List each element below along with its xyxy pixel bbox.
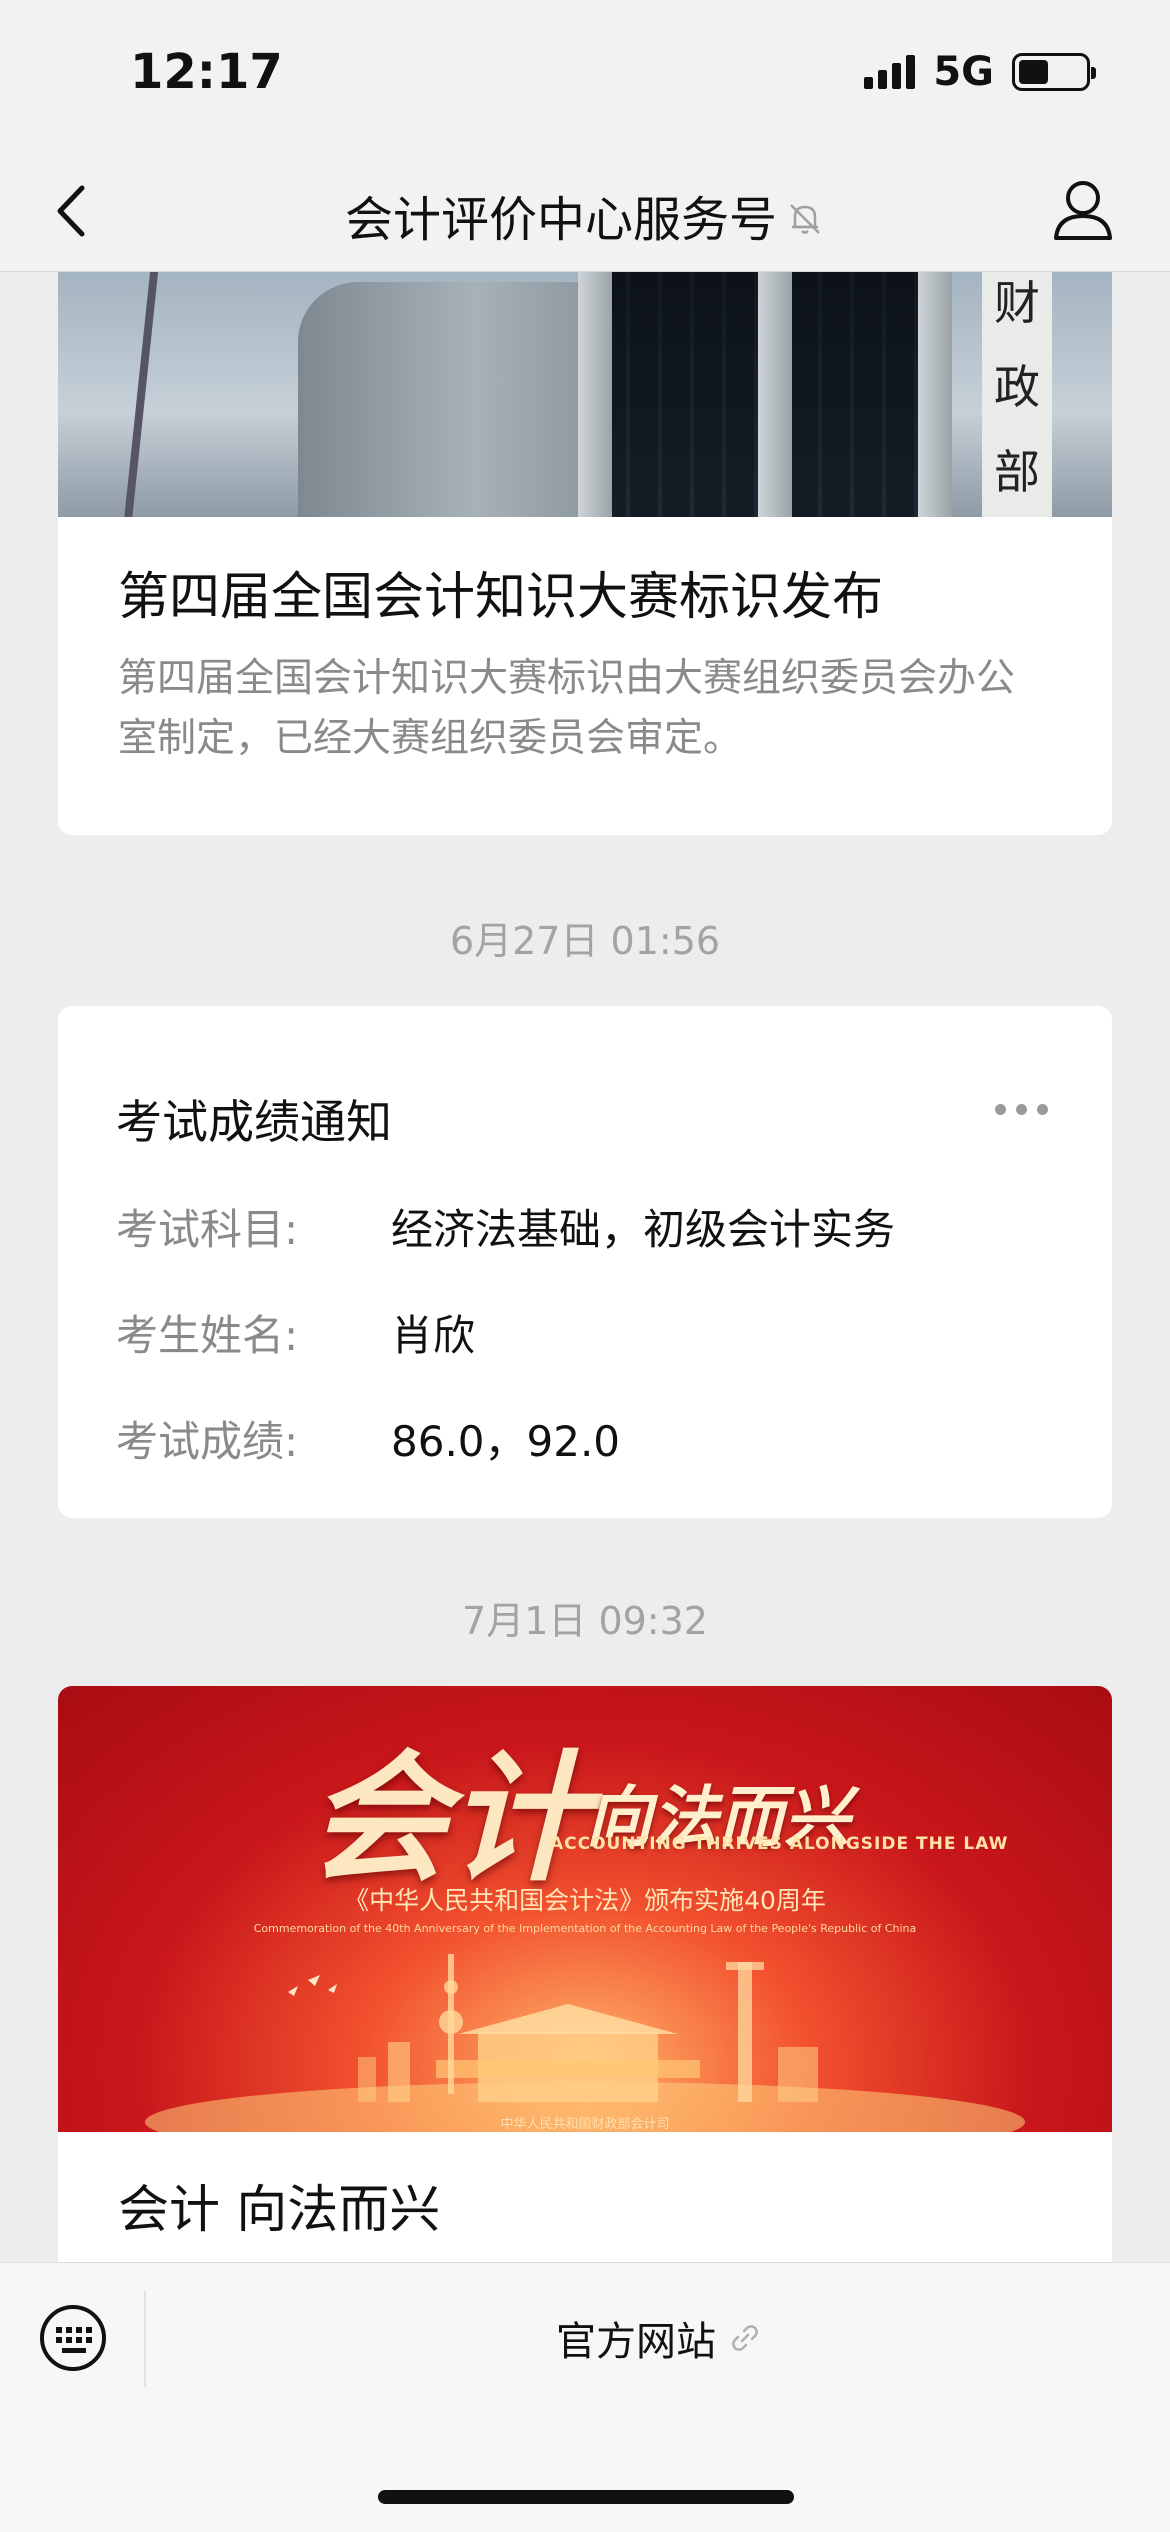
signal-icon [864,55,916,89]
banner-subtitle: 《中华人民共和国会计法》颁布实施40周年 [344,1886,826,1915]
notice-label: 考试科目: [116,1205,299,1254]
profile-button[interactable] [1050,176,1116,246]
ministry-sign: 财 政 部 [982,272,1052,517]
nav-bar: 会计评价中心服务号 [0,150,1170,272]
battery-icon [1012,53,1096,91]
banner-subtitle-english: Commemoration of the 40th Anniversary of… [253,1922,917,1935]
more-dots-icon[interactable] [995,1104,1048,1115]
skyline-illustration [145,1954,1025,2132]
article-cover-image: 会计 向法而兴 ACCOUNTING THRIVES ALONGSIDE THE… [58,1686,1112,2132]
notice-row-name: 考生姓名: 肖欣 [116,1308,1054,1364]
keyboard-icon [40,2305,106,2371]
notice-value: 86.0，92.0 [391,1417,621,1466]
article-title: 会计 向法而兴 [118,2181,441,2240]
page-title: 会计评价中心服务号 [0,180,1170,251]
article-card[interactable]: 会计 向法而兴 ACCOUNTING THRIVES ALONGSIDE THE… [58,1686,1112,2262]
notice-value: 肖欣 [391,1311,476,1360]
bell-off-icon [785,195,825,251]
status-indicators: 5G [864,49,1096,95]
menu-label: 官方网站 [556,2319,716,2365]
message-timestamp: 7月1日 09:32 [462,1599,708,1643]
status-bar: 12:17 5G [0,0,1170,150]
keyboard-toggle-button[interactable] [38,2303,108,2373]
article-cover-image: 财 政 部 [58,272,1112,517]
home-indicator [378,2490,794,2504]
score-notice-card[interactable]: 考试成绩通知 考试科目: 经济法基础，初级会计实务 考生姓名: 肖欣 考试成绩:… [58,1006,1112,1518]
notice-label: 考试成绩: [116,1417,299,1466]
notice-title: 考试成绩通知 [116,1095,392,1149]
account-name: 会计评价中心服务号 [344,192,777,248]
notice-value: 经济法基础，初级会计实务 [391,1205,896,1254]
banner-credit: 中华人民共和国财政部会计司 [500,2117,670,2132]
notice-label: 考生姓名: [116,1311,299,1360]
notice-row-score: 考试成绩: 86.0，92.0 [116,1414,1054,1470]
status-time: 12:17 [130,44,283,100]
article-card[interactable]: 财 政 部 第四届全国会计知识大赛标识发布 第四届全国会计知识大赛标识由大赛组织… [58,272,1112,835]
user-icon [1054,181,1112,240]
article-title: 第四届全国会计知识大赛标识发布 [118,568,884,627]
network-type: 5G [933,49,994,95]
notice-row-subject: 考试科目: 经济法基础，初级会计实务 [116,1202,1054,1258]
message-timestamp: 6月27日 01:56 [449,919,721,963]
menu-official-website[interactable]: 官方网站 [146,2303,1170,2373]
message-list[interactable]: 财 政 部 第四届全国会计知识大赛标识发布 第四届全国会计知识大赛标识由大赛组织… [0,272,1170,2262]
link-icon [732,2325,758,2351]
article-description: 第四届全国会计知识大赛标识由大赛组织委员会办公室制定，已经大赛组织委员会审定。 [118,656,1016,761]
banner-english: ACCOUNTING THRIVES ALONGSIDE THE LAW [550,1834,1009,1854]
banner-headline: 会计 [308,1737,589,1901]
